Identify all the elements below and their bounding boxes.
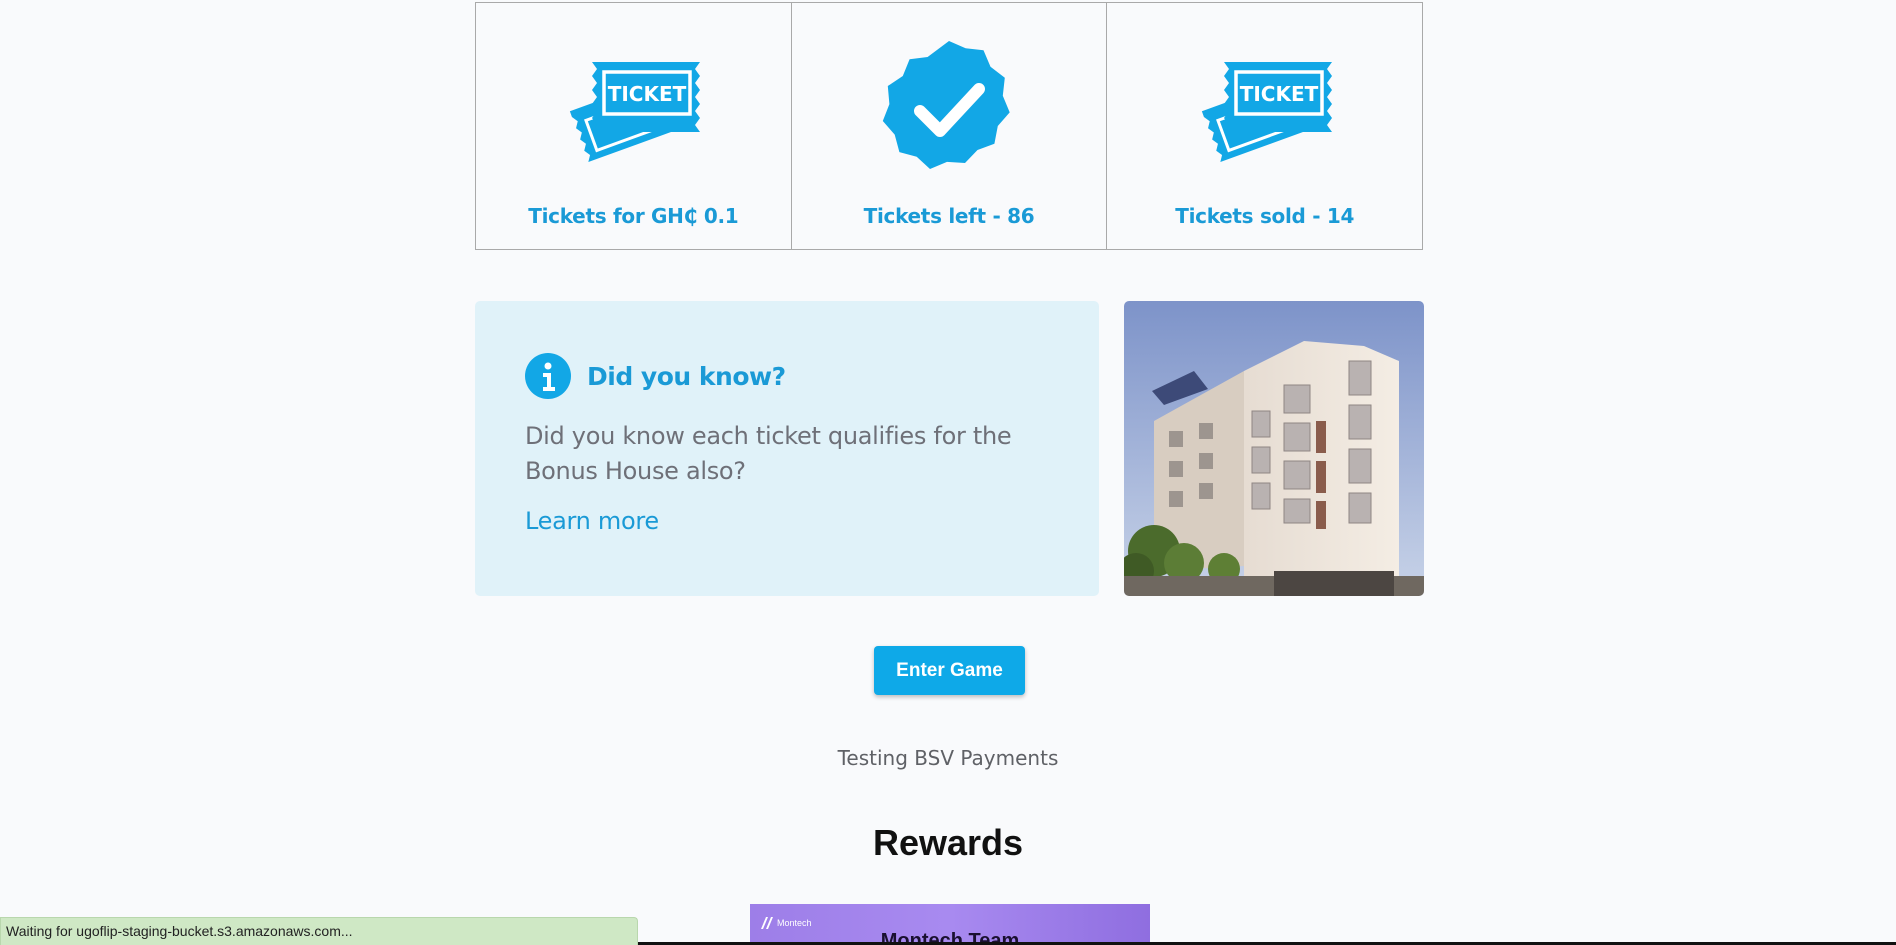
did-you-know-title: Did you know? xyxy=(587,361,786,391)
verified-check-icon xyxy=(874,36,1024,184)
ticket-stats: TICKET Tickets for GH₵ 0.1 Tickets left … xyxy=(475,2,1423,250)
stat-label-left: Tickets left - 86 xyxy=(863,204,1035,228)
ticket-icon: TICKET xyxy=(1190,36,1340,184)
montech-logo-text: Montech xyxy=(777,918,812,928)
did-you-know-text: Did you know each ticket qualifies for t… xyxy=(525,422,1012,485)
ticket-badge-text: TICKET xyxy=(608,82,687,106)
info-icon xyxy=(525,353,571,399)
browser-status-bar: Waiting for ugoflip-staging-bucket.s3.am… xyxy=(0,917,638,945)
enter-game-button[interactable]: Enter Game xyxy=(874,646,1025,695)
rewards-heading: Rewards xyxy=(872,822,1024,863)
ticket-icon: TICKET xyxy=(558,36,708,184)
stat-tickets-left: Tickets left - 86 xyxy=(792,3,1108,249)
stat-ticket-price: TICKET Tickets for GH₵ 0.1 xyxy=(476,3,792,249)
did-you-know-header: Did you know? xyxy=(525,353,1049,399)
house-photo xyxy=(1124,301,1424,596)
did-you-know-card: Did you know? Did you know each ticket q… xyxy=(475,301,1099,596)
stat-label-sold: Tickets sold - 14 xyxy=(1175,204,1355,228)
stat-tickets-sold: TICKET Tickets sold - 14 xyxy=(1107,3,1422,249)
stat-label-price: Tickets for GH₵ 0.1 xyxy=(528,204,739,228)
learn-more-link[interactable]: Learn more xyxy=(525,507,659,535)
game-name: Testing BSV Payments xyxy=(837,746,1059,770)
montech-logo: Montech xyxy=(760,916,812,930)
reward-card[interactable]: Montech Montech Team xyxy=(750,904,1150,945)
montech-logo-icon xyxy=(761,917,773,929)
ticket-badge-text: TICKET xyxy=(1239,82,1318,106)
